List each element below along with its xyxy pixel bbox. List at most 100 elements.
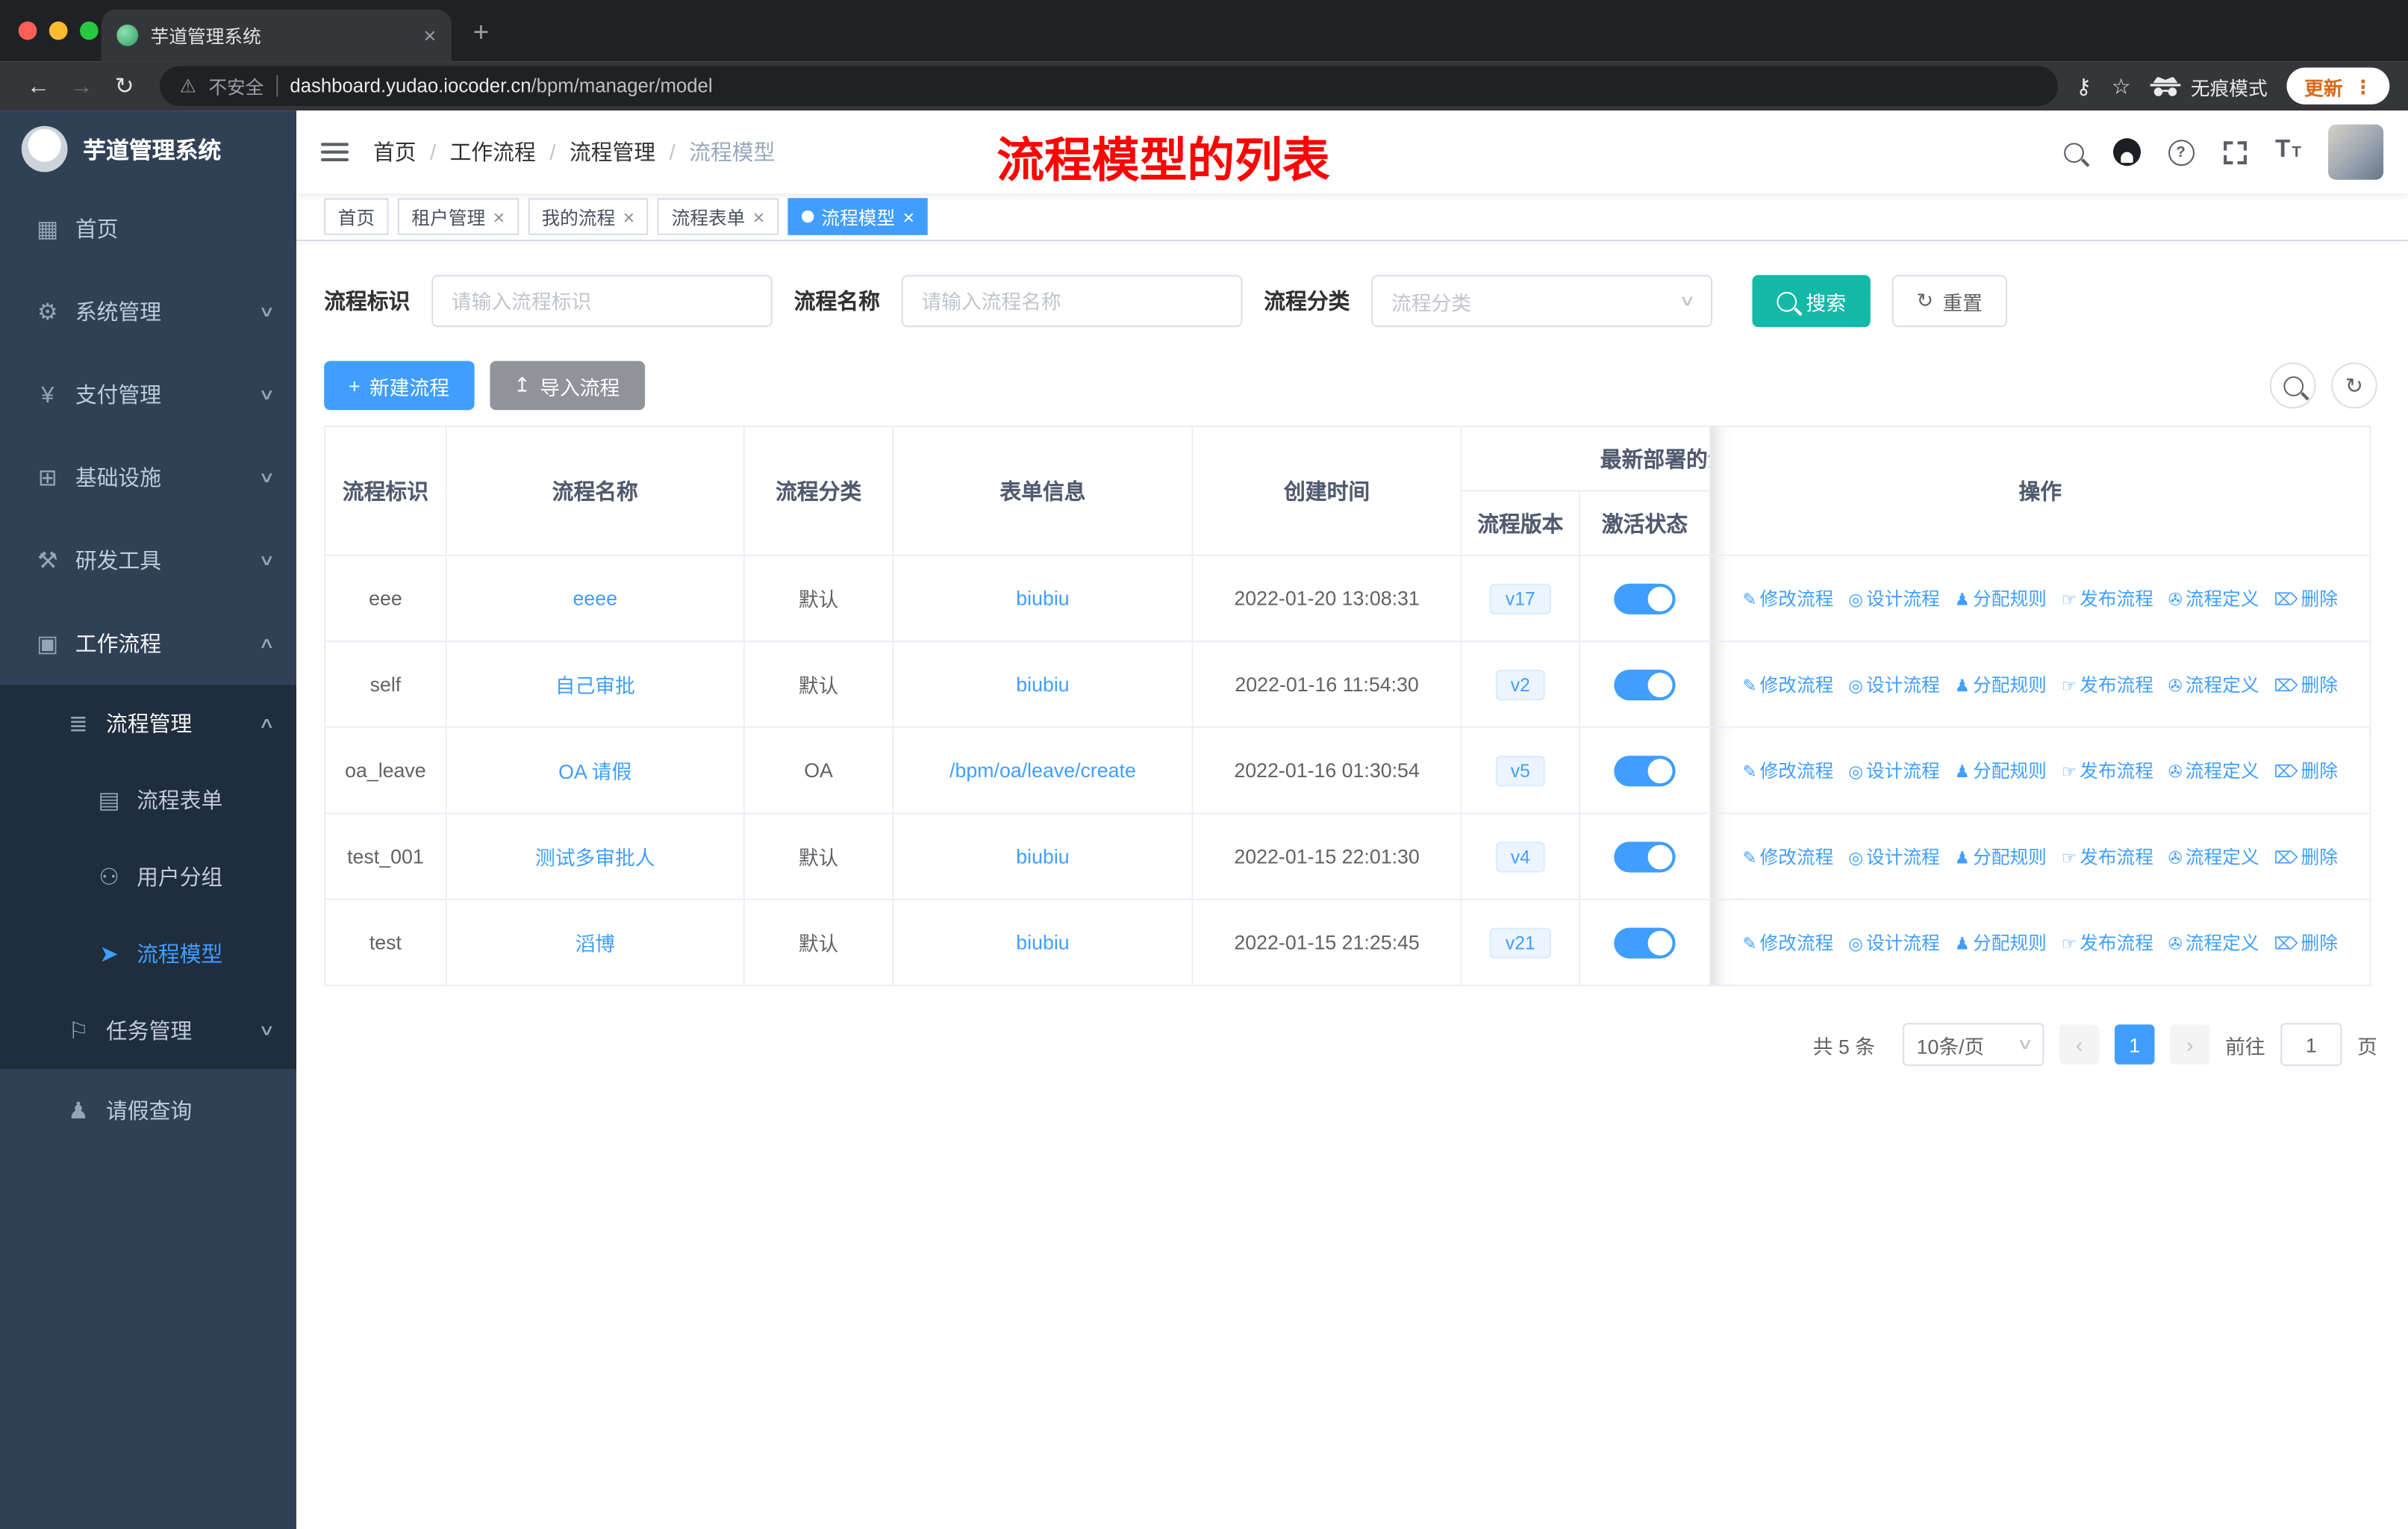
process-definition-link[interactable]: ✇ 流程定义 bbox=[2168, 585, 2259, 611]
design-process-link[interactable]: ◎ 设计流程 bbox=[1848, 671, 1940, 697]
form-link[interactable]: biubiu bbox=[1016, 587, 1069, 610]
bookmark-star-icon[interactable]: ☆ bbox=[2112, 73, 2131, 99]
modify-process-link[interactable]: ✎ 修改流程 bbox=[1743, 844, 1834, 870]
process-definition-link[interactable]: ✇ 流程定义 bbox=[2168, 929, 2259, 956]
design-process-link[interactable]: ◎ 设计流程 bbox=[1848, 757, 1940, 783]
minimize-window-button[interactable] bbox=[49, 21, 68, 40]
process-definition-link[interactable]: ✇ 流程定义 bbox=[2168, 844, 2259, 870]
font-size-icon[interactable]: TT bbox=[2274, 137, 2302, 167]
create-process-button[interactable]: + 新建流程 bbox=[324, 361, 474, 411]
process-name-link[interactable]: eeee bbox=[573, 587, 617, 610]
form-link[interactable]: biubiu bbox=[1016, 845, 1069, 868]
breadcrumb-home[interactable]: 首页 bbox=[373, 137, 417, 167]
breadcrumb-process-management[interactable]: 流程管理 bbox=[570, 137, 655, 167]
assign-rule-link[interactable]: ♟ 分配规则 bbox=[1955, 671, 2047, 697]
active-toggle[interactable] bbox=[1614, 927, 1676, 958]
sidebar-item-infrastructure[interactable]: ⊞ 基础设施 ∨ bbox=[0, 436, 296, 519]
reload-button[interactable]: ↻ bbox=[105, 72, 144, 100]
form-link[interactable]: biubiu bbox=[1016, 673, 1069, 696]
page-size-select[interactable]: 10条/页 ∨ bbox=[1903, 1023, 2044, 1066]
modify-process-link[interactable]: ✎ 修改流程 bbox=[1743, 929, 1834, 956]
publish-process-link[interactable]: ☞ 发布流程 bbox=[2062, 585, 2153, 611]
process-definition-link[interactable]: ✇ 流程定义 bbox=[2168, 671, 2259, 697]
update-button[interactable]: 更新 ⋮ bbox=[2287, 67, 2390, 105]
security-label[interactable]: 不安全 bbox=[208, 73, 263, 99]
tag-tenant[interactable]: 租户管理 × bbox=[397, 198, 519, 235]
delete-link[interactable]: ⌦ 删除 bbox=[2274, 585, 2338, 611]
close-icon[interactable]: × bbox=[493, 205, 505, 228]
form-link[interactable]: biubiu bbox=[1016, 931, 1069, 954]
delete-link[interactable]: ⌦ 删除 bbox=[2274, 929, 2338, 956]
browser-tab[interactable]: 芋道管理系统 × bbox=[101, 9, 452, 62]
sidebar-item-task-management[interactable]: ⚐ 任务管理 ∨ bbox=[0, 992, 296, 1069]
sidebar-item-process-management[interactable]: ≣ 流程管理 ∧ bbox=[0, 685, 296, 762]
back-button[interactable]: ← bbox=[19, 73, 58, 99]
close-icon[interactable]: × bbox=[902, 205, 914, 228]
publish-process-link[interactable]: ☞ 发布流程 bbox=[2062, 671, 2153, 697]
design-process-link[interactable]: ◎ 设计流程 bbox=[1848, 929, 1940, 956]
process-definition-link[interactable]: ✇ 流程定义 bbox=[2168, 757, 2259, 783]
sidebar-item-user-group[interactable]: ⚇ 用户分组 bbox=[0, 838, 296, 915]
url-text[interactable]: dashboard.yudao.iocoder.cn/bpm/manager/m… bbox=[290, 75, 712, 97]
process-category-select[interactable]: 流程分类 ∨ bbox=[1371, 275, 1713, 328]
publish-process-link[interactable]: ☞ 发布流程 bbox=[2062, 929, 2153, 956]
menu-dots-icon[interactable]: ⋮ bbox=[2354, 75, 2373, 98]
sidebar-item-leave-query[interactable]: ♟ 请假查询 bbox=[0, 1069, 296, 1152]
close-window-button[interactable] bbox=[18, 21, 37, 40]
tag-home[interactable]: 首页 bbox=[324, 198, 389, 235]
current-page-button[interactable]: 1 bbox=[2114, 1024, 2155, 1065]
search-icon[interactable] bbox=[2059, 137, 2087, 167]
help-icon[interactable]: ? bbox=[2167, 137, 2195, 167]
modify-process-link[interactable]: ✎ 修改流程 bbox=[1743, 585, 1834, 611]
reset-button[interactable]: ↻ 重置 bbox=[1891, 275, 2007, 328]
search-button[interactable]: 搜索 bbox=[1752, 275, 1871, 328]
publish-process-link[interactable]: ☞ 发布流程 bbox=[2062, 844, 2153, 870]
goto-page-input[interactable] bbox=[2280, 1023, 2342, 1066]
assign-rule-link[interactable]: ♟ 分配规则 bbox=[1955, 844, 2047, 870]
import-process-button[interactable]: ↥ 导入流程 bbox=[489, 361, 645, 411]
sidebar-item-payment[interactable]: ¥ 支付管理 ∨ bbox=[0, 353, 296, 436]
active-toggle[interactable] bbox=[1614, 582, 1676, 614]
assign-rule-link[interactable]: ♟ 分配规则 bbox=[1955, 757, 2047, 783]
close-icon[interactable]: × bbox=[623, 205, 635, 228]
tab-close-icon[interactable]: × bbox=[423, 23, 436, 48]
delete-link[interactable]: ⌦ 删除 bbox=[2274, 844, 2338, 870]
active-toggle[interactable] bbox=[1614, 755, 1676, 786]
process-name-link[interactable]: 测试多审批人 bbox=[535, 847, 655, 870]
sidebar-item-workflow[interactable]: ▣ 工作流程 ∧ bbox=[0, 602, 296, 685]
address-bar[interactable]: ⚠ 不安全 dashboard.yudao.iocoder.cn/bpm/man… bbox=[159, 66, 2058, 106]
key-icon[interactable]: ⚷ bbox=[2076, 73, 2092, 99]
prev-page-button[interactable]: ‹ bbox=[2059, 1024, 2100, 1065]
process-key-input[interactable] bbox=[431, 275, 773, 328]
tag-process-model[interactable]: 流程模型 × bbox=[787, 198, 929, 235]
publish-process-link[interactable]: ☞ 发布流程 bbox=[2062, 757, 2153, 783]
forward-button[interactable]: → bbox=[61, 73, 101, 99]
process-name-link[interactable]: 自己审批 bbox=[555, 674, 635, 697]
sidebar-item-system[interactable]: ⚙ 系统管理 ∨ bbox=[0, 270, 296, 353]
tag-process-form[interactable]: 流程表单 × bbox=[658, 198, 779, 235]
assign-rule-link[interactable]: ♟ 分配规则 bbox=[1955, 585, 2047, 611]
close-icon[interactable]: × bbox=[753, 205, 765, 228]
process-name-link[interactable]: 滔博 bbox=[575, 932, 615, 956]
active-toggle[interactable] bbox=[1614, 668, 1676, 700]
avatar[interactable] bbox=[2328, 124, 2384, 180]
assign-rule-link[interactable]: ♟ 分配规则 bbox=[1955, 929, 2047, 956]
delete-link[interactable]: ⌦ 删除 bbox=[2274, 757, 2338, 783]
form-link[interactable]: /bpm/oa/leave/create bbox=[949, 759, 1136, 782]
breadcrumb-workflow[interactable]: 工作流程 bbox=[450, 137, 536, 167]
modify-process-link[interactable]: ✎ 修改流程 bbox=[1743, 671, 1834, 697]
sidebar-item-process-model[interactable]: ➤ 流程模型 bbox=[0, 915, 296, 992]
delete-link[interactable]: ⌦ 删除 bbox=[2274, 671, 2338, 697]
design-process-link[interactable]: ◎ 设计流程 bbox=[1848, 844, 1940, 870]
new-tab-button[interactable]: + bbox=[473, 17, 490, 49]
modify-process-link[interactable]: ✎ 修改流程 bbox=[1743, 757, 1834, 783]
tag-my-process[interactable]: 我的流程 × bbox=[527, 198, 649, 235]
toggle-search-button[interactable] bbox=[2269, 362, 2316, 409]
sidebar-item-process-form[interactable]: ▤ 流程表单 bbox=[0, 762, 296, 838]
sidebar-item-home[interactable]: ▦ 首页 bbox=[0, 187, 296, 270]
sidebar-item-devtools[interactable]: ⚒ 研发工具 ∨ bbox=[0, 519, 296, 602]
maximize-window-button[interactable] bbox=[79, 21, 99, 40]
process-name-link[interactable]: OA 请假 bbox=[558, 760, 631, 783]
process-name-input[interactable] bbox=[901, 275, 1243, 328]
design-process-link[interactable]: ◎ 设计流程 bbox=[1848, 585, 1940, 611]
